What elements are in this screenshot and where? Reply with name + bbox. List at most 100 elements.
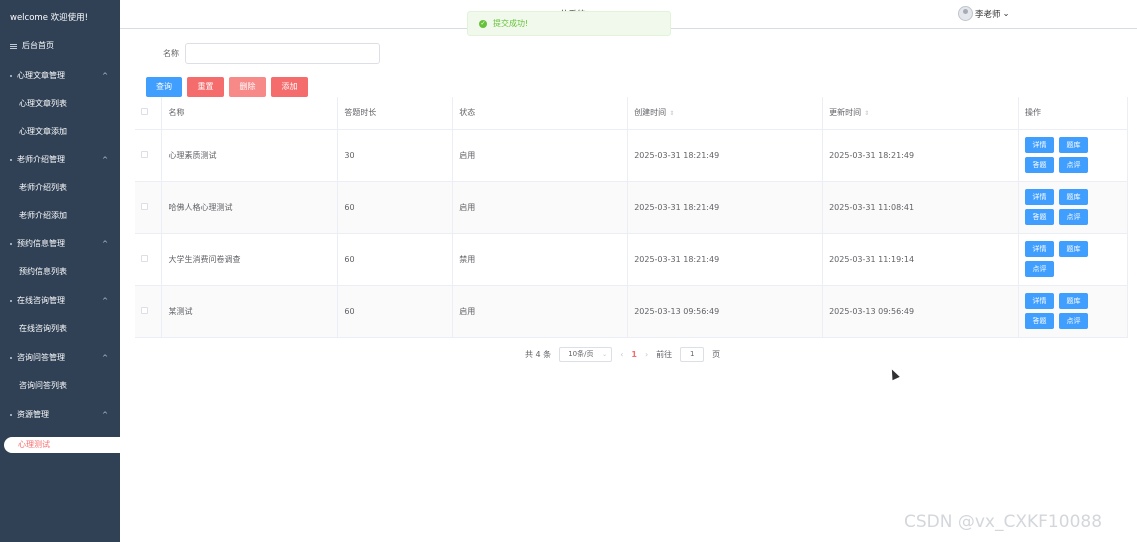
cell-created: 2025-03-31 18:21:49: [627, 129, 824, 182]
submenu-label: 在线咨询管理: [17, 296, 65, 305]
select-all-checkbox[interactable]: [141, 108, 148, 116]
cell-duration: 60: [337, 285, 454, 338]
review-button[interactable]: 点评: [1058, 157, 1088, 173]
user-menu[interactable]: 李老师 ⌄: [958, 6, 1010, 21]
sidebar-item-psych-test[interactable]: 心理测试: [4, 437, 120, 453]
cell-actions: 详情 题库 答题 点评: [1018, 285, 1129, 338]
delete-button[interactable]: 删除: [229, 77, 266, 97]
chevron-up-icon: ^: [102, 240, 108, 248]
user-name: 李老师: [975, 9, 1001, 20]
row-checkbox[interactable]: [141, 254, 148, 262]
sidebar-item-qa-list[interactable]: 咨询问答列表: [0, 376, 120, 396]
cell-duration: 60: [337, 181, 454, 234]
submenu-title[interactable]: 咨询问答管理 ^: [0, 348, 120, 368]
submenu-title[interactable]: 心理文章管理 ^: [0, 66, 120, 86]
detail-button[interactable]: 详情: [1024, 293, 1054, 309]
detail-button[interactable]: 详情: [1024, 241, 1054, 257]
bullet-icon: [10, 414, 12, 416]
cell-actions: 详情 题库 答题 点评: [1018, 129, 1129, 182]
row-checkbox[interactable]: [141, 306, 148, 314]
submenu-title[interactable]: 预约信息管理 ^: [0, 234, 120, 254]
row-checkbox[interactable]: [141, 202, 148, 210]
cell-duration: 60: [337, 233, 454, 286]
success-toast: ✓ 提交成功!: [467, 11, 671, 36]
question-bank-button[interactable]: 题库: [1058, 293, 1088, 309]
answer-button[interactable]: 答题: [1024, 209, 1054, 225]
goto-page-input[interactable]: 1: [680, 347, 705, 362]
menu-group-resources: 资源管理 ^: [0, 405, 120, 425]
sort-icon[interactable]: ⇕: [669, 110, 674, 117]
menu-group-appointments: 预约信息管理 ^ 预约信息列表: [0, 234, 120, 282]
bullet-icon: [10, 300, 12, 302]
table-row: 大学生消费问卷调查 60 禁用 2025-03-31 18:21:49 2025…: [135, 233, 1129, 286]
review-button[interactable]: 点评: [1058, 209, 1088, 225]
submenu-title[interactable]: 在线咨询管理 ^: [0, 291, 120, 311]
table-row: 心理素质测试 30 启用 2025-03-31 18:21:49 2025-03…: [135, 129, 1129, 182]
column-header-duration: 答题时长: [337, 97, 454, 130]
sidebar-item-label: 后台首页: [22, 41, 54, 50]
prev-page-button[interactable]: ‹: [620, 350, 623, 359]
check-circle-icon: ✓: [479, 19, 487, 28]
cell-name: 心理素质测试: [161, 129, 339, 182]
sidebar-item-article-add[interactable]: 心理文章添加: [0, 122, 120, 142]
submenu-title[interactable]: 资源管理 ^: [0, 405, 120, 425]
sidebar-item-teacher-add[interactable]: 老师介绍添加: [0, 206, 120, 226]
row-select-cell: [135, 233, 163, 286]
cell-updated: 2025-03-13 09:56:49: [822, 285, 1019, 338]
cell-name: 某测试: [161, 285, 339, 338]
sidebar-item-home[interactable]: 后台首页: [0, 36, 120, 56]
cell-actions: 详情 题库 点评: [1018, 233, 1129, 286]
chevron-up-icon: ^: [102, 411, 108, 419]
submenu-title[interactable]: 老师介绍管理 ^: [0, 150, 120, 170]
column-header-updated[interactable]: 更新时间 ⇕: [822, 97, 1019, 130]
page-size-value: 10条/页: [568, 350, 594, 358]
cell-actions: 详情 题库 答题 点评: [1018, 181, 1129, 234]
sidebar-item-appointment-list[interactable]: 预约信息列表: [0, 262, 120, 282]
cell-status: 启用: [452, 285, 629, 338]
page-size-select[interactable]: 10条/页 ⌄: [559, 347, 613, 362]
column-label: 创建时间: [634, 108, 667, 118]
chevron-up-icon: ^: [102, 72, 108, 80]
query-button[interactable]: 查询: [146, 77, 182, 97]
answer-button[interactable]: 答题: [1024, 157, 1054, 173]
bullet-icon: [10, 75, 12, 77]
page-number-current[interactable]: 1: [631, 350, 637, 359]
menu-icon: [10, 43, 17, 49]
sidebar-item-article-list[interactable]: 心理文章列表: [0, 94, 120, 114]
sidebar-item-consult-list[interactable]: 在线咨询列表: [0, 319, 120, 339]
name-search-input[interactable]: [185, 43, 380, 64]
detail-button[interactable]: 详情: [1024, 189, 1054, 205]
question-bank-button[interactable]: 题库: [1058, 189, 1088, 205]
next-page-button[interactable]: ›: [645, 350, 648, 359]
cell-updated: 2025-03-31 11:08:41: [822, 181, 1019, 234]
column-header-name: 名称: [161, 97, 339, 130]
question-bank-button[interactable]: 题库: [1058, 137, 1088, 153]
submenu-label: 老师介绍管理: [17, 155, 65, 164]
menu-group-consult: 在线咨询管理 ^ 在线咨询列表: [0, 291, 120, 339]
goto-unit: 页: [712, 350, 721, 359]
column-header-created[interactable]: 创建时间 ⇕: [627, 97, 824, 130]
chevron-up-icon: ^: [102, 156, 108, 164]
answer-button[interactable]: 答题: [1024, 313, 1054, 329]
sidebar-item-teacher-list[interactable]: 老师介绍列表: [0, 178, 120, 198]
total-count: 共 4 条: [525, 350, 552, 359]
add-button[interactable]: 添加: [271, 77, 308, 97]
cell-name: 大学生消费问卷调查: [161, 233, 339, 286]
submenu-label: 预约信息管理: [17, 239, 65, 248]
sort-icon[interactable]: ⇕: [864, 110, 869, 117]
row-select-cell: [135, 285, 163, 338]
cell-status: 启用: [452, 181, 629, 234]
cell-updated: 2025-03-31 18:21:49: [822, 129, 1019, 182]
search-label: 名称: [163, 49, 179, 58]
row-checkbox[interactable]: [141, 150, 148, 158]
question-bank-button[interactable]: 题库: [1058, 241, 1088, 257]
table-header-row: 名称 答题时长 状态 创建时间 ⇕ 更新时间 ⇕ 操作: [135, 97, 1129, 130]
reset-button[interactable]: 重置: [187, 77, 224, 97]
bullet-icon: [10, 243, 12, 245]
review-button[interactable]: 点评: [1024, 261, 1054, 277]
detail-button[interactable]: 详情: [1024, 137, 1054, 153]
bullet-icon: [10, 159, 12, 161]
review-button[interactable]: 点评: [1058, 313, 1088, 329]
column-header-actions: 操作: [1018, 97, 1129, 130]
cell-name: 哈佛人格心理测试: [161, 181, 339, 234]
